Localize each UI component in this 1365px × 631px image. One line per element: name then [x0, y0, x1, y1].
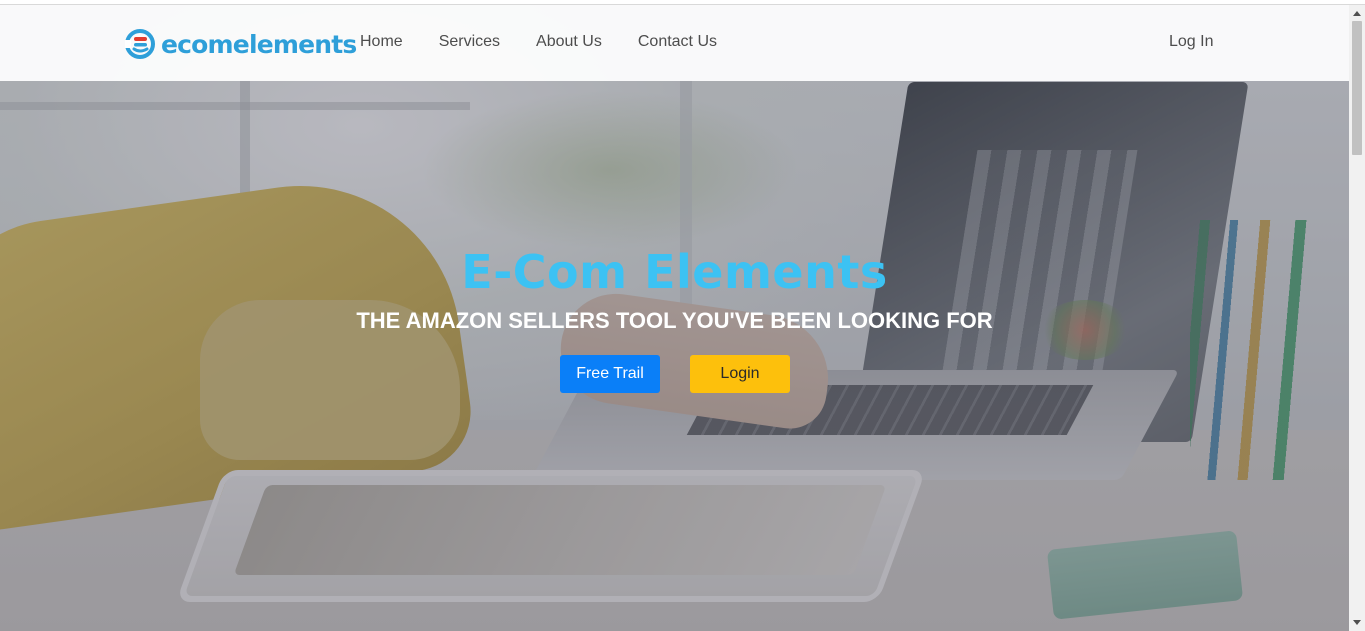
hero-subtitle: THE AMAZON SELLERS TOOL YOU'VE BEEN LOOK… [356, 308, 993, 333]
hero-login-button[interactable]: Login [690, 355, 790, 393]
hero-title: E-Com Elements [461, 245, 888, 299]
page-scrollbar[interactable] [1349, 5, 1365, 631]
nav-contact-us-link[interactable]: Contact Us [638, 33, 717, 51]
ecomelements-logo-icon [125, 29, 155, 59]
scroll-down-arrow-icon[interactable] [1349, 615, 1365, 631]
site-header: ecomelements Home Services About Us Cont… [0, 5, 1349, 81]
main-nav: Home Services About Us Contact Us [360, 33, 753, 51]
browser-top-border [0, 0, 1365, 5]
site-logo[interactable]: ecomelements [125, 27, 357, 61]
scrollbar-thumb[interactable] [1352, 21, 1362, 155]
nav-services-link[interactable]: Services [439, 33, 500, 51]
hero-button-group: Free Trail Login [560, 355, 790, 393]
nav-about-us-link[interactable]: About Us [536, 33, 602, 51]
nav-home-link[interactable]: Home [360, 33, 403, 51]
logo-text: ecomelements [161, 29, 357, 59]
header-login-link[interactable]: Log In [1169, 33, 1213, 51]
page: ecomelements Home Services About Us Cont… [0, 0, 1365, 631]
scroll-up-arrow-icon[interactable] [1349, 5, 1365, 21]
free-trial-button[interactable]: Free Trail [560, 355, 660, 393]
